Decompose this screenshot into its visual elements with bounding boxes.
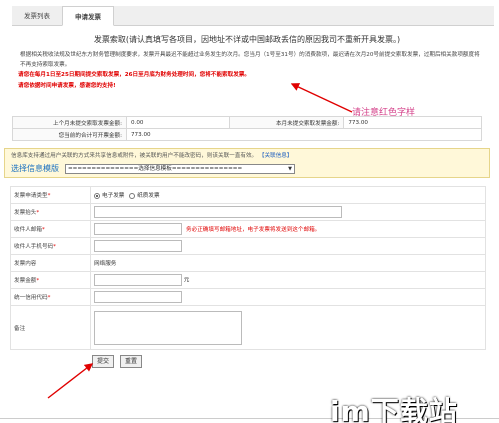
notice-title: 发票索取(请认真填写各项目，因地址不详或中国邮政丢信的原因我司不重新开具发票。): [93, 35, 401, 44]
info-box: 信息库支持通过用户关联的方式来共享信息或附件，被关联的用户不能改密码，则该关联一…: [4, 148, 490, 178]
last-month-value: 0.00: [125, 116, 231, 129]
tab-apply-invoice[interactable]: 申请发票: [62, 6, 114, 26]
template-label: 选择信息模版: [11, 164, 59, 173]
invoice-form: 发票申请类型* 电子发票 纸质发票 发票抬头* 收件人邮箱* 务必正确填写邮箱地…: [10, 186, 486, 350]
button-group: 提交 重置: [92, 355, 146, 368]
submit-button[interactable]: 提交: [92, 355, 115, 368]
required-mark: *: [41, 227, 45, 233]
title-label: 发票抬头: [14, 210, 37, 216]
last-month-label: 上个月未提交索取发票金额:: [12, 116, 127, 129]
credit-label: 统一信用代码: [14, 295, 48, 301]
phone-input[interactable]: [94, 240, 182, 252]
remark-cell: [90, 305, 486, 350]
type-label: 发票申请类型: [14, 193, 48, 199]
email-label: 收件人邮箱: [14, 227, 42, 233]
this-month-label: 本月未提交索取发票金额:: [229, 116, 345, 129]
content-label: 发票内容: [14, 261, 37, 267]
link-associate-info[interactable]: 【关联信息】: [259, 153, 293, 159]
this-month-value: 773.00: [343, 116, 482, 129]
phone-label-cell: 收件人手机号码*: [10, 237, 91, 255]
content-label-cell: 发票内容: [10, 254, 91, 272]
notice-paragraph: 根据相关税收法规及世纪东方财务管理制度要求，发票开具最迟不能超过业务发生的次月。…: [20, 52, 480, 68]
template-row: 选择信息模版 ===============选择信息模板============…: [11, 163, 483, 174]
credit-label-cell: 统一信用代码*: [10, 288, 91, 306]
credit-cell: [90, 288, 486, 306]
tab-invoice-list[interactable]: 发票列表: [12, 6, 62, 26]
tab-bar: 发票列表 申请发票: [12, 6, 494, 26]
total-label: 您当前的合计可开票金额:: [12, 128, 127, 141]
title-cell: [90, 203, 486, 221]
credit-code-input[interactable]: [94, 291, 182, 303]
title-label-cell: 发票抬头*: [10, 203, 91, 221]
phone-label: 收件人手机号码: [14, 244, 54, 250]
amount-input[interactable]: [94, 274, 182, 286]
info-text-line: 信息库支持通过用户关联的方式来共享信息或附件，被关联的用户不能改密码，则该关联一…: [11, 152, 483, 160]
watermark-logo: im下载站: [330, 395, 458, 423]
type-option-electronic: 电子发票: [102, 193, 125, 199]
remark-label: 备注: [14, 325, 26, 332]
info-text: 信息库支持通过用户关联的方式来共享信息或附件，被关联的用户不能改密码，则该关联一…: [11, 153, 258, 159]
email-cell: 务必正确填写邮箱地址，电子发票将发送到这个邮箱。: [90, 220, 486, 238]
invoice-title-input[interactable]: [94, 206, 342, 218]
total-value: 773.00: [126, 128, 482, 141]
email-input[interactable]: [94, 223, 182, 235]
content-value: 网络服务: [90, 254, 486, 272]
reset-button[interactable]: 重置: [119, 355, 142, 368]
amount-table: 上个月未提交索取发票金额: 0.00 本月未提交索取发票金额: 773.00 您…: [12, 116, 482, 141]
amount-unit: 元: [183, 277, 190, 284]
required-mark: *: [47, 295, 51, 301]
remark-textarea[interactable]: [94, 310, 242, 345]
chevron-down-icon: ▼: [288, 165, 292, 172]
email-hint: 务必正确填写邮箱地址，电子发票将发送到这个邮箱。: [186, 226, 321, 233]
amount-label-cell: 发票金额*: [10, 271, 91, 289]
notice-section: 发票索取(请认真填写各项目，因地址不详或中国邮政丢信的原因我司不重新开具发票。)…: [12, 34, 482, 92]
type-label-cell: 发票申请类型*: [10, 186, 91, 204]
required-mark: *: [36, 278, 40, 284]
type-option-paper: 纸质发票: [137, 193, 160, 199]
amount-cell: 元: [90, 271, 486, 289]
phone-cell: [90, 237, 486, 255]
notice-red-line-2: 请您依据时间申请发票，感谢您的支持!: [18, 83, 116, 89]
radio-paper[interactable]: [129, 192, 136, 199]
template-select-value: ===============选择信息模板===============: [68, 165, 243, 172]
amount-label: 发票金额: [14, 278, 37, 284]
email-label-cell: 收件人邮箱*: [10, 220, 91, 238]
type-options: 电子发票 纸质发票: [90, 186, 486, 204]
remark-label-cell: 备注: [10, 305, 91, 350]
template-select[interactable]: ===============选择信息模板=============== ▼: [65, 163, 295, 174]
required-mark: *: [36, 210, 40, 216]
required-mark: *: [53, 244, 56, 250]
required-mark: *: [47, 193, 51, 199]
arrow-to-submit: [47, 363, 94, 399]
radio-electronic[interactable]: [94, 192, 100, 199]
notice-red-line-1: 请您在每月1日至25日期间提交索取发票，26日至月底为财务处理时间，您将不能索取…: [18, 72, 251, 78]
